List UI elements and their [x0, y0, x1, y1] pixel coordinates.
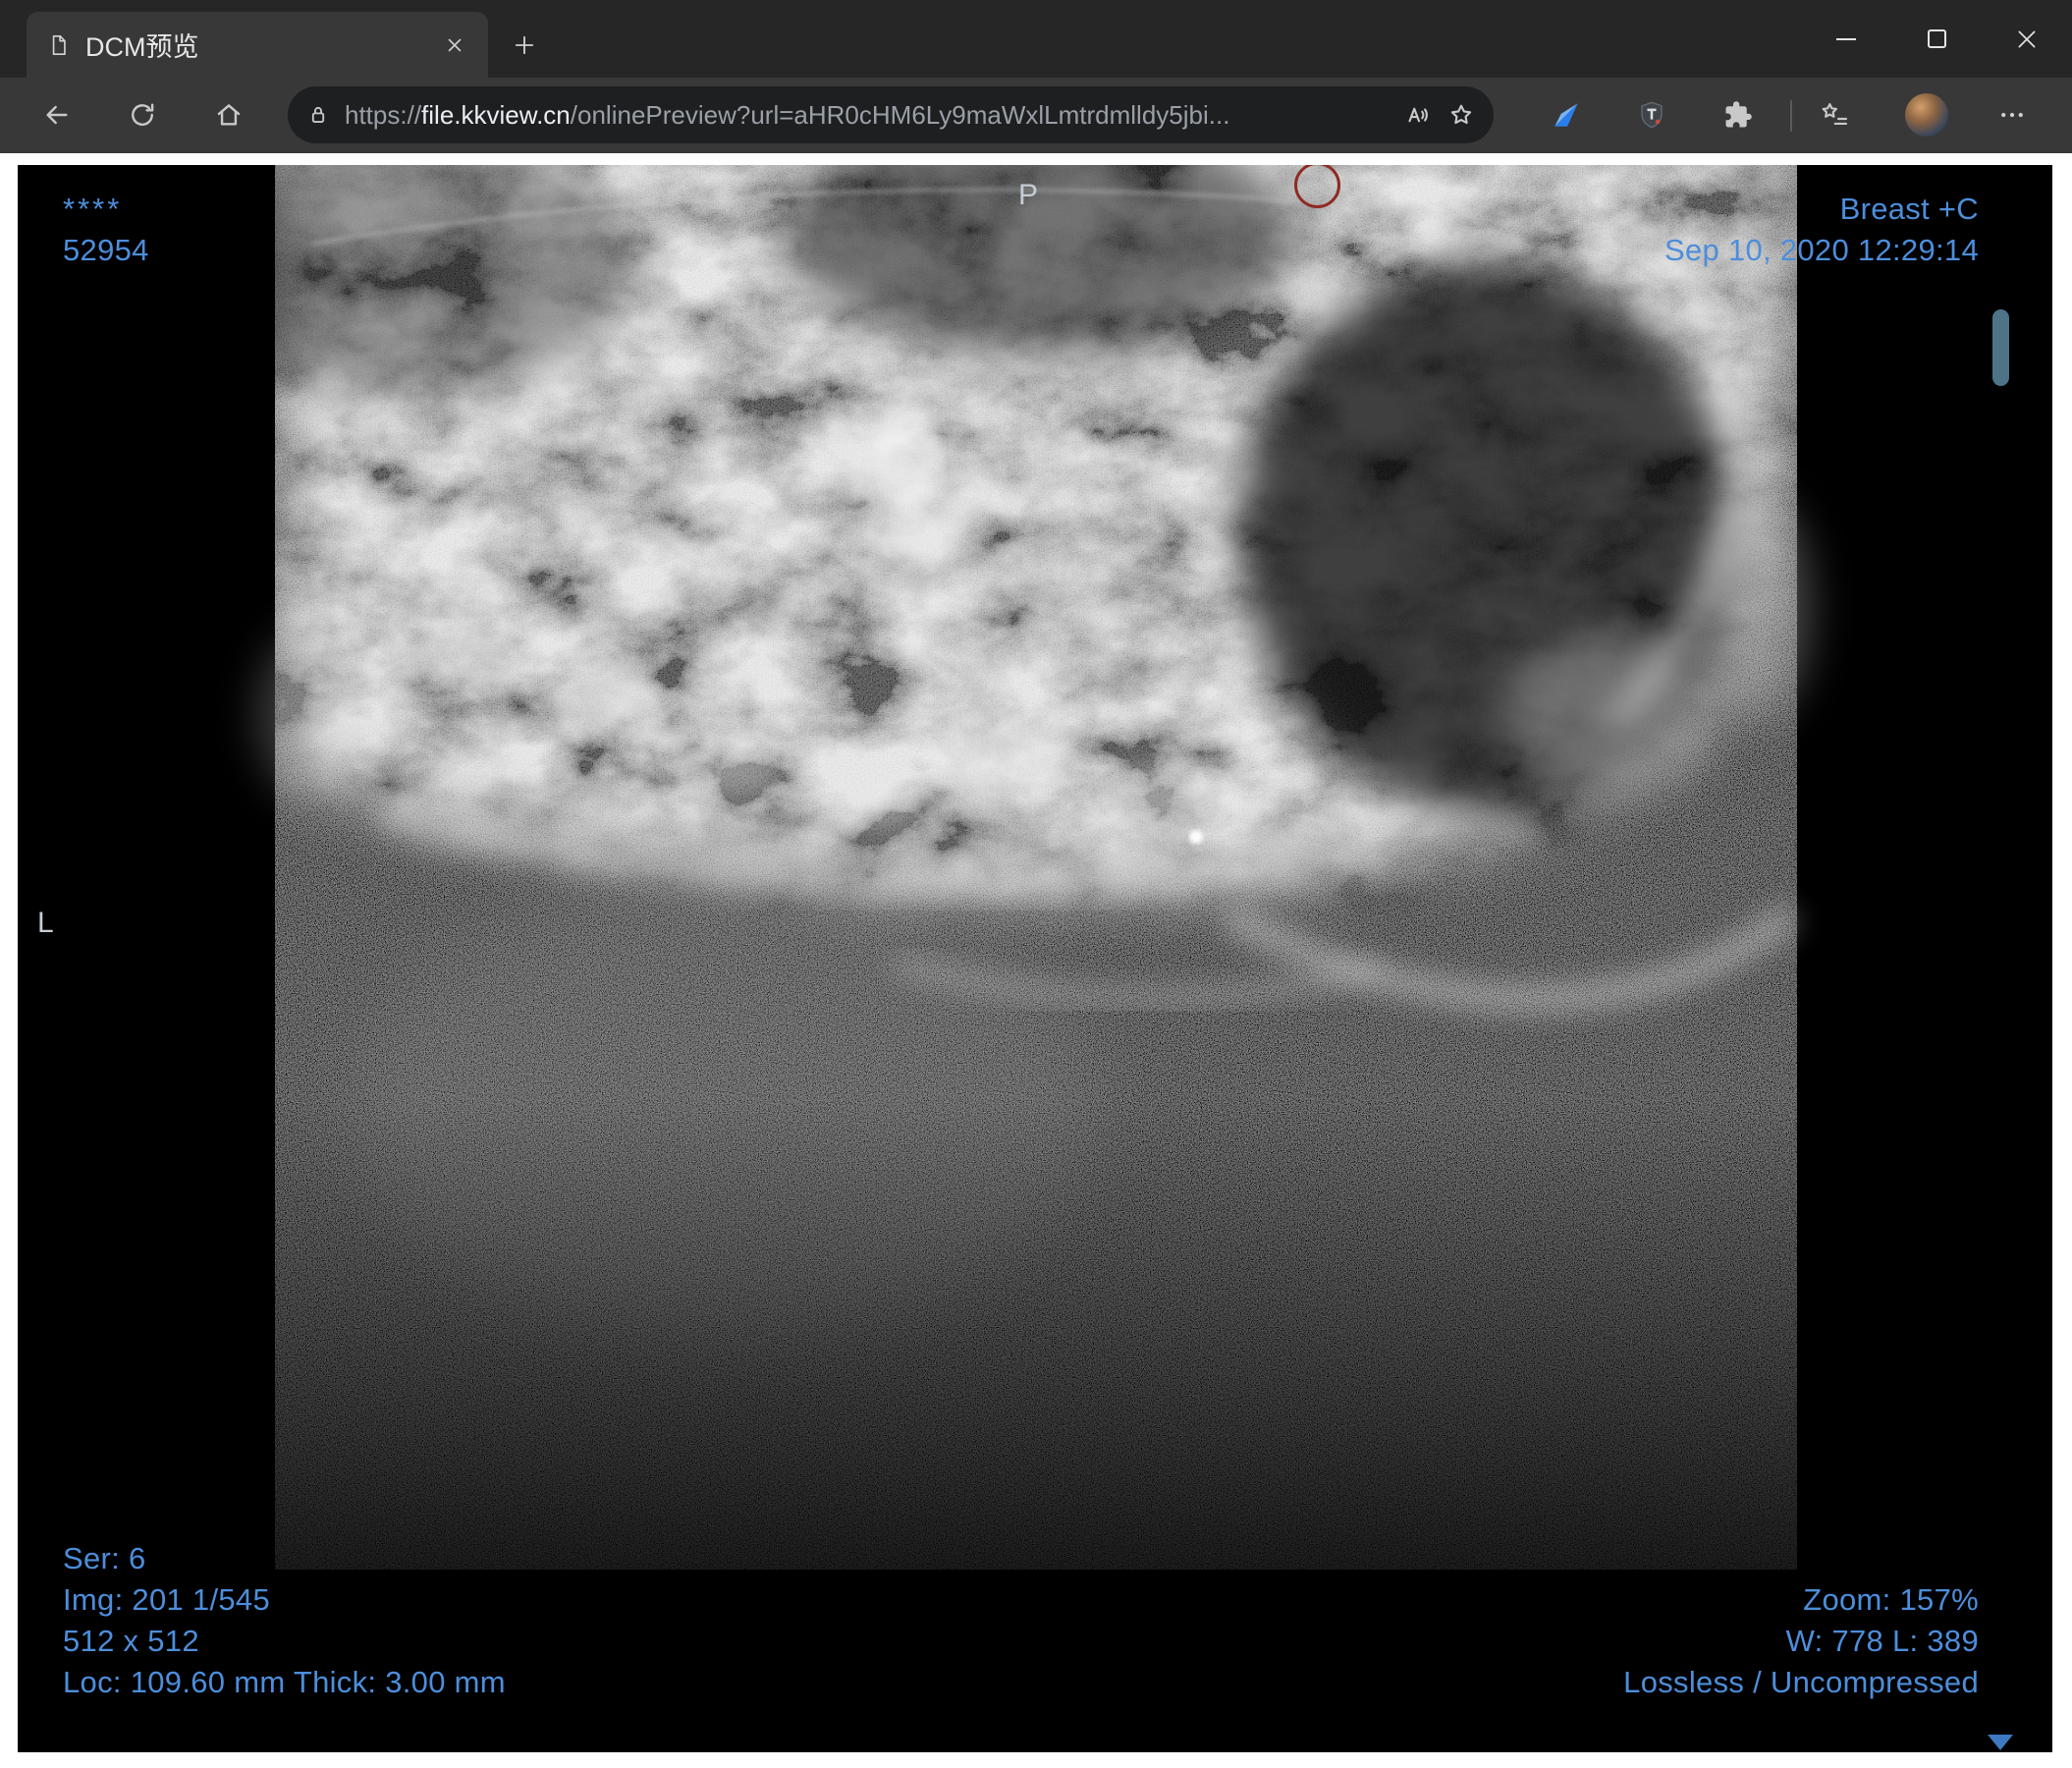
orientation-marker-posterior: P: [1017, 179, 1038, 211]
url-scheme: https://: [345, 99, 422, 130]
read-aloud-icon: [1408, 107, 1428, 123]
patient-name-masked: ****: [63, 192, 123, 226]
dicom-viewer[interactable]: **** 52954 Breast +C Sep 10, 2020 12:29:…: [18, 165, 2052, 1752]
page-background: **** 52954 Breast +C Sep 10, 2020 12:29:…: [0, 153, 2072, 1768]
ellipsis-icon: [2001, 112, 2023, 118]
address-bar[interactable]: https://file.kkview.cn/onlinePreview?url…: [288, 86, 1494, 143]
tab-close-button[interactable]: [435, 26, 474, 65]
close-icon: [2018, 30, 2036, 47]
overlay-top-right: Breast +C Sep 10, 2020 12:29:14: [1664, 189, 1979, 271]
zoom-level: Zoom: 157%: [1803, 1582, 1979, 1617]
home-icon: [217, 104, 241, 126]
lock-icon: [311, 107, 325, 123]
patient-id: 52954: [63, 233, 149, 267]
maximize-button[interactable]: [1891, 0, 1982, 78]
navigation-toolbar: https://file.kkview.cn/onlinePreview?url…: [0, 78, 2072, 153]
overlay-bottom-left: Ser: 6 Img: 201 1/545 512 x 512 Loc: 109…: [63, 1538, 506, 1703]
minimize-icon: [1836, 37, 1856, 40]
home-button[interactable]: [201, 87, 256, 142]
minimize-button[interactable]: [1801, 0, 1891, 78]
image-matrix: 512 x 512: [63, 1624, 199, 1658]
image-number: Img: 201 1/545: [63, 1582, 271, 1617]
extensions-button[interactable]: [1713, 89, 1764, 140]
avatar: [1905, 93, 1948, 137]
maximize-icon: [1927, 29, 1946, 48]
mri-image: [185, 165, 1810, 1570]
overlay-top-left: **** 52954: [63, 189, 149, 271]
window-level: W: 778 L: 389: [1785, 1624, 1979, 1658]
window-controls: [1801, 0, 2072, 78]
back-button[interactable]: [29, 87, 84, 142]
toolbar-divider: [1790, 100, 1792, 132]
add-favorite-button[interactable]: [1439, 92, 1484, 138]
scrollbar-thumb[interactable]: [1992, 309, 2009, 386]
overlay-bottom-right: Zoom: 157% W: 778 L: 389 Lossless / Unco…: [1623, 1579, 1979, 1703]
plus-icon: [515, 35, 534, 55]
window-close-button[interactable]: [1982, 0, 2072, 78]
extension-button-shield[interactable]: [1626, 89, 1677, 140]
shield-extension-icon: [1641, 101, 1663, 129]
extension-button-blue[interactable]: [1541, 89, 1592, 140]
page-icon: [46, 32, 72, 58]
puzzle-icon: [1725, 101, 1752, 128]
url-domain: file.kkview.cn: [421, 99, 571, 130]
series-number: Ser: 6: [63, 1541, 146, 1575]
study-datetime: Sep 10, 2020 12:29:14: [1663, 233, 1979, 267]
arrow-left-icon: [46, 105, 68, 125]
close-icon: [448, 38, 462, 51]
refresh-icon: [132, 103, 154, 126]
settings-menu-button[interactable]: [1987, 89, 2038, 140]
favorites-hub-button[interactable]: [1809, 89, 1860, 140]
browser-tab[interactable]: DCM预览: [27, 12, 488, 78]
url: https://file.kkview.cn/onlinePreview?url…: [345, 100, 1393, 131]
new-tab-button[interactable]: [503, 24, 546, 67]
compression-info: Lossless / Uncompressed: [1623, 1665, 1979, 1699]
star-icon: [1450, 104, 1472, 125]
refresh-button[interactable]: [115, 87, 170, 142]
favorites-icon: [1822, 103, 1848, 125]
slice-location: Loc: 109.60 mm Thick: 3.00 mm: [63, 1665, 506, 1699]
read-aloud-button[interactable]: [1393, 92, 1439, 138]
orientation-marker-left: L: [37, 907, 54, 939]
tab-strip: DCM预览: [0, 0, 2072, 78]
extension-icon-blue: [1554, 103, 1578, 127]
scroll-down-arrow[interactable]: [1988, 1735, 2013, 1750]
url-path: /onlinePreview?url=aHR0cHM6Ly9maWxlLmtrd…: [570, 99, 1230, 130]
study-description: Breast +C: [1839, 192, 1979, 226]
tab-title: DCM预览: [85, 32, 199, 62]
profile-button[interactable]: [1901, 89, 1952, 140]
